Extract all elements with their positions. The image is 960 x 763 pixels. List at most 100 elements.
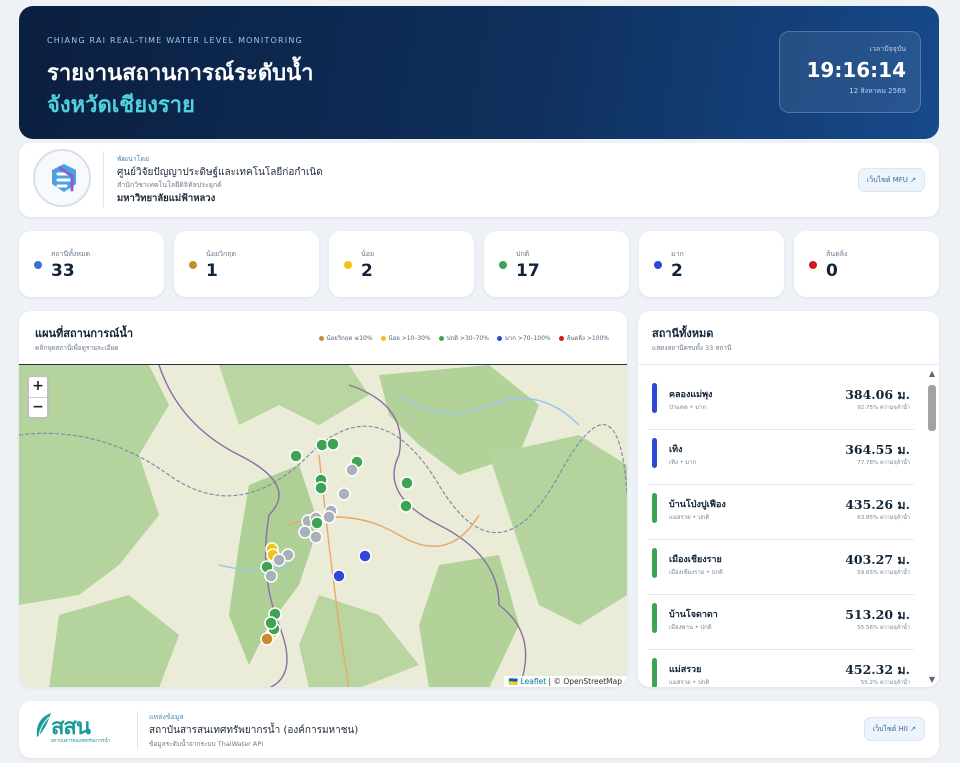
- station-row[interactable]: แม่สรวย แม่สรวย • ปกติ 452.32 ม. 55.2% ค…: [648, 650, 914, 687]
- stat-label: ล้นตลิ่ง: [826, 250, 848, 258]
- station-row[interactable]: บ้านโป่งปูเฟือง แม่สรวย • ปกติ 435.26 ม.…: [648, 485, 914, 540]
- station-marker[interactable]: [289, 449, 303, 463]
- station-marker[interactable]: [310, 516, 324, 530]
- map-title: แผนที่สถานการณ์น้ำ: [35, 327, 134, 340]
- station-capacity: 92.75% ความจุลำน้ำ: [857, 405, 910, 411]
- source-name: สถาบันสารสนเทศทรัพยากรน้ำ (องค์การมหาชน): [149, 725, 359, 736]
- leaflet-link[interactable]: 🇺🇦 Leaflet: [509, 677, 546, 686]
- zoom-out-button[interactable]: −: [29, 397, 47, 417]
- station-marker[interactable]: [332, 569, 346, 583]
- station-marker[interactable]: [400, 476, 414, 490]
- station-row[interactable]: เทิง เทิง • มาก 364.55 ม. 77.78% ความจุล…: [648, 430, 914, 485]
- station-marker[interactable]: [337, 487, 351, 501]
- status-dot-icon: [499, 261, 507, 269]
- station-marker[interactable]: [298, 525, 312, 539]
- scroll-thumb[interactable]: [928, 385, 936, 431]
- zoom-in-button[interactable]: +: [29, 377, 47, 397]
- stat-value: 0: [826, 261, 838, 281]
- clock-time: 19:16:14: [806, 58, 907, 82]
- station-name: แม่สรวย: [669, 665, 702, 675]
- stations-scrollbar[interactable]: ▲ ▼: [927, 369, 937, 685]
- header-eyebrow: CHIANG RAI REAL-TIME WATER LEVEL MONITOR…: [47, 36, 303, 45]
- data-source-card: สสน สถาบันสารสนเทศทรัพยากรน้ำ แหล่งข้อมู…: [19, 701, 939, 758]
- station-marker[interactable]: [315, 438, 329, 452]
- station-row[interactable]: เมืองเชียงราย เมืองเชียงราย • ปกติ 403.2…: [648, 540, 914, 595]
- station-name: เมืองเชียงราย: [669, 555, 722, 565]
- station-marker[interactable]: [322, 510, 336, 524]
- status-dot-icon: [654, 261, 662, 269]
- station-marker[interactable]: [272, 553, 286, 567]
- station-marker[interactable]: [399, 499, 413, 513]
- station-marker[interactable]: [358, 549, 372, 563]
- station-capacity: 63.85% ความจุลำน้ำ: [857, 515, 910, 521]
- zoom-control: + −: [27, 375, 49, 419]
- status-bar: [652, 493, 657, 523]
- station-level: 364.55 ม.: [845, 442, 910, 457]
- map-subtitle: คลิกจุดสถานีเพื่อดูรายละเอียด: [35, 344, 119, 352]
- stat-value: 2: [671, 261, 683, 281]
- station-marker[interactable]: [314, 481, 328, 495]
- stations-divider: [638, 364, 939, 365]
- station-name: เทิง: [669, 445, 683, 455]
- map-panel: แผนที่สถานการณ์น้ำ คลิกจุดสถานีเพื่อดูรา…: [19, 311, 627, 687]
- stat-card-high: มาก 2: [639, 231, 784, 297]
- stat-label: ปกติ: [516, 250, 530, 258]
- stations-subtitle: แสดงสถานีครบทั้ง 33 สถานี: [652, 344, 732, 352]
- hii-logo-tagline: สถาบันสารสนเทศทรัพยากรน้ำ: [51, 739, 111, 744]
- mfu-website-button[interactable]: เว็บไซต์ MFU ↗: [857, 168, 925, 192]
- hii-logo: สสน สถาบันสารสนเทศทรัพยากรน้ำ: [33, 709, 129, 749]
- stations-panel: สถานีทั้งหมด แสดงสถานีครบทั้ง 33 สถานี ค…: [638, 311, 939, 687]
- station-meta: ป่าแดด • มาก: [669, 404, 707, 411]
- legend-label: น้อยวิกฤต ≤10%: [326, 335, 373, 342]
- page-subtitle: จังหวัดเชียงราย: [47, 93, 195, 118]
- stat-label: น้อย: [361, 250, 375, 258]
- stat-label: น้อยวิกฤต: [206, 250, 237, 258]
- station-marker[interactable]: [264, 616, 278, 630]
- header-banner: CHIANG RAI REAL-TIME WATER LEVEL MONITOR…: [19, 6, 939, 139]
- station-row[interactable]: คลองแม่พุง ป่าแดด • มาก 384.06 ม. 92.75%…: [648, 375, 914, 430]
- stat-value: 1: [206, 261, 218, 281]
- stat-card-low: น้อย 2: [329, 231, 474, 297]
- legend-label: ปกติ >30–70%: [446, 335, 489, 342]
- station-capacity: 55.2% ความจุลำน้ำ: [860, 680, 910, 686]
- status-bar: [652, 438, 657, 468]
- station-level: 452.32 ม.: [845, 662, 910, 677]
- station-marker[interactable]: [264, 569, 278, 583]
- station-capacity: 77.78% ความจุลำน้ำ: [857, 460, 910, 466]
- status-bar: [652, 603, 657, 633]
- station-marker[interactable]: [309, 530, 323, 544]
- osm-attribution[interactable]: | © OpenStreetMap: [546, 677, 622, 686]
- station-level: 384.06 ม.: [845, 387, 910, 402]
- status-bar: [652, 383, 657, 413]
- station-row[interactable]: บ้านโจดาดา เมืองพาน • ปกติ 513.20 ม. 55.…: [648, 595, 914, 650]
- station-meta: แม่สรวย • ปกติ: [669, 514, 710, 521]
- station-meta: เทิง • มาก: [669, 459, 697, 466]
- scroll-up-icon[interactable]: ▲: [927, 369, 937, 379]
- legend-label: น้อย >10–30%: [388, 335, 431, 342]
- legend-dot-icon: [496, 335, 502, 341]
- status-bar: [652, 658, 657, 687]
- org-divider: [103, 151, 104, 207]
- legend-label: มาก >70–100%: [504, 335, 551, 342]
- legend-dot-icon: [438, 335, 444, 341]
- legend-dot-icon: [380, 335, 386, 341]
- clock-date: 12 สิงหาคม 2569: [849, 87, 906, 95]
- legend-item: น้อย >10–30%: [380, 333, 431, 343]
- station-map[interactable]: + − 🇺🇦 Leaflet | © OpenStreetMap: [19, 364, 627, 687]
- legend-item: น้อยวิกฤต ≤10%: [318, 333, 373, 343]
- legend-dot-icon: [318, 335, 324, 341]
- station-capacity: 55.56% ความจุลำน้ำ: [857, 625, 910, 631]
- stations-list[interactable]: คลองแม่พุง ป่าแดด • มาก 384.06 ม. 92.75%…: [648, 375, 914, 687]
- developer-university: มหาวิทยาลัยแม่ฟ้าหลวง: [117, 193, 216, 204]
- stat-value: 33: [51, 261, 75, 281]
- station-marker[interactable]: [326, 437, 340, 451]
- hii-website-button[interactable]: เว็บไซต์ HII ↗: [863, 717, 925, 741]
- stat-card-total: สถานีทั้งหมด 33: [19, 231, 164, 297]
- scroll-down-icon[interactable]: ▼: [927, 675, 937, 685]
- station-marker[interactable]: [345, 463, 359, 477]
- station-meta: เมืองพาน • ปกติ: [669, 624, 712, 631]
- map-legend: น้อยวิกฤต ≤10% น้อย >10–30% ปกติ >30–70%…: [318, 333, 609, 343]
- source-label: แหล่งข้อมูล: [149, 713, 184, 721]
- developer-department: สำนักวิชาเทคโนโลยีดิจิทัลประยุกต์: [117, 181, 222, 189]
- station-name: บ้านโจดาดา: [669, 610, 718, 620]
